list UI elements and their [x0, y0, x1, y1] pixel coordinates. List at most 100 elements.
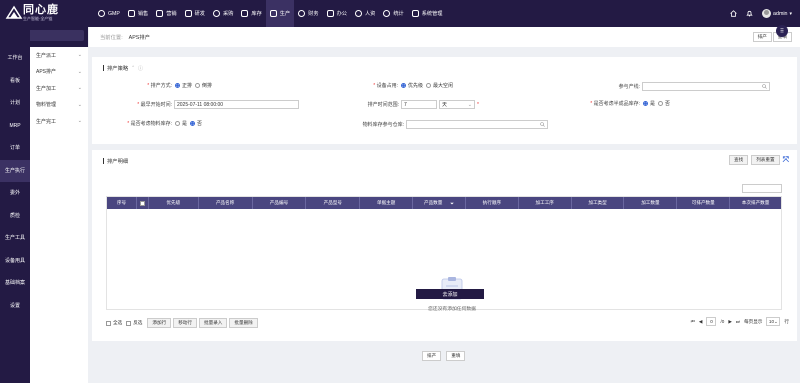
- add-data-button[interactable]: 去添加: [416, 289, 484, 299]
- prev-page-icon[interactable]: ◀: [699, 319, 703, 325]
- submenu-item[interactable]: 生产完工 ⌄: [30, 113, 88, 130]
- logo[interactable]: 同心鹿 生产智能·全产链: [5, 4, 59, 22]
- sidebar-item-equipment[interactable]: 设备用具: [0, 250, 30, 273]
- nav-production[interactable]: 生产: [265, 0, 295, 27]
- semi-yes-radio[interactable]: [643, 101, 648, 106]
- top-bar: 同心鹿 生产智能·全产链 GMP 销售 营销 研发 采购 库存 生产 财务 办公…: [0, 0, 800, 27]
- page-size-label: 每页显示: [744, 318, 763, 324]
- table-search-input[interactable]: [742, 184, 782, 193]
- nav-system[interactable]: 系统管理: [408, 0, 447, 27]
- panel-title: 排产明细: [107, 159, 129, 165]
- rnd-icon: [184, 10, 192, 17]
- main-nav: GMP 销售 营销 研发 采购 库存 生产 财务 办公 人资 统计 系统管理: [94, 0, 447, 27]
- submit-schedule-button[interactable]: 排产: [422, 351, 442, 361]
- sidebar-item-qc[interactable]: 质检: [0, 205, 30, 228]
- col-header: 加工数量: [624, 197, 678, 209]
- sidebar-item-settings[interactable]: 设置: [0, 295, 30, 318]
- sidebar-item-order[interactable]: 订单: [0, 137, 30, 160]
- material-row: * 是否考虑物料库存: 是 否: [127, 121, 203, 127]
- next-page-icon[interactable]: ▶: [728, 319, 732, 325]
- nav-marketing[interactable]: 营销: [152, 0, 180, 27]
- sort-icon[interactable]: ⏷: [450, 201, 454, 206]
- nav-finance[interactable]: 财务: [294, 0, 322, 27]
- add-row-button[interactable]: 添加行: [147, 318, 172, 328]
- move-row-button[interactable]: 移动行: [173, 318, 197, 328]
- submenu-item[interactable]: 生产派工 ⌄: [30, 47, 88, 64]
- invert-checkbox[interactable]: [126, 320, 132, 326]
- chevron-down-icon: ⌄: [77, 68, 82, 75]
- nav-rnd[interactable]: 研发: [181, 0, 209, 27]
- schedule-button[interactable]: 排产: [752, 32, 772, 42]
- sidebar-item-archive[interactable]: 基础档案: [0, 272, 30, 295]
- sidebar-item-kanban[interactable]: 看板: [0, 70, 30, 93]
- material-yes-radio[interactable]: [175, 121, 180, 126]
- breadcrumb-current: APS排产: [128, 35, 150, 41]
- submenu-item[interactable]: APS排产 ⌄: [30, 64, 88, 81]
- chevron-down-icon: ⌄: [77, 101, 82, 108]
- purchase-icon: [213, 10, 220, 17]
- sidebar-item-execution[interactable]: 生产执行: [0, 159, 30, 182]
- bell-icon[interactable]: [746, 10, 753, 17]
- sidebar-item-tools[interactable]: 生产工具: [0, 227, 30, 250]
- col-header: 产品数量 ⏷: [413, 197, 466, 209]
- sidebar-item-outsource[interactable]: 委外: [0, 182, 30, 205]
- footer-actions: 排产 重填: [422, 351, 466, 361]
- empty-text: 您还没有添加任何数据: [428, 307, 476, 312]
- col-header-checkbox[interactable]: [137, 197, 149, 209]
- nav-office[interactable]: 办公: [323, 0, 351, 27]
- home-icon[interactable]: [730, 10, 737, 17]
- search-icon: [762, 84, 767, 89]
- float-menu-icon[interactable]: ⠿: [776, 25, 788, 37]
- last-page-icon[interactable]: ⏭: [736, 319, 740, 324]
- chevron-down-icon: ⌄: [467, 101, 472, 108]
- schedule-mode-row: * 排产方式: 正排 倒排: [147, 83, 213, 89]
- start-time-input[interactable]: 2025-07-11 08:00:00: [174, 100, 299, 109]
- nav-hr[interactable]: 人资: [351, 0, 379, 27]
- batch-delete-button[interactable]: 批量删除: [229, 318, 258, 328]
- range-input[interactable]: 7: [401, 100, 437, 109]
- user-menu[interactable]: admin ▾: [762, 9, 792, 18]
- select-all-checkbox[interactable]: [106, 320, 111, 326]
- logo-subtitle: 生产智能·全产链: [23, 16, 53, 21]
- list-reset-button[interactable]: 列表重置: [751, 155, 780, 165]
- sidebar-item-workbench[interactable]: 工作台: [0, 47, 30, 70]
- equip-priority-radio[interactable]: [401, 83, 406, 88]
- start-time-row: * 最早开始时间: 2025-07-11 08:00:00: [122, 100, 299, 109]
- range-unit-select[interactable]: 天 ⌄: [439, 100, 475, 109]
- nav-stats[interactable]: 统计: [379, 0, 407, 27]
- nav-purchase[interactable]: 采购: [209, 0, 237, 27]
- col-header: 加工类型: [572, 197, 625, 209]
- submenu-item[interactable]: 生产加工 ⌄: [30, 80, 88, 97]
- batch-import-button[interactable]: 批量录入: [199, 318, 228, 328]
- semi-product-row: * 是否考虑半成品库存: 是 否: [590, 101, 671, 107]
- footer-reset-button[interactable]: 重填: [446, 351, 466, 361]
- mode-forward-radio[interactable]: [175, 83, 180, 88]
- chevron-down-icon: ▾: [789, 10, 792, 17]
- logo-title: 同心鹿: [23, 4, 59, 16]
- query-button[interactable]: 查找: [729, 155, 749, 165]
- page-input[interactable]: 0: [706, 317, 717, 326]
- semi-no-radio[interactable]: [658, 101, 664, 106]
- nav-sales[interactable]: 销售: [124, 0, 152, 27]
- material-no-radio[interactable]: [190, 121, 196, 126]
- production-icon: [269, 10, 277, 17]
- warehouse-row: 物料库存参与仓库:: [344, 120, 548, 129]
- submenu-item[interactable]: 物料管理 ⌄: [30, 97, 88, 114]
- col-header: 产品名称: [199, 197, 253, 209]
- fullscreen-icon[interactable]: ⤧: [783, 155, 789, 165]
- mode-backward-radio[interactable]: [195, 83, 201, 88]
- sidebar-item-mrp[interactable]: MRP: [0, 115, 30, 138]
- header-checkbox[interactable]: [139, 200, 145, 206]
- nav-gmp[interactable]: GMP: [94, 0, 124, 27]
- first-page-icon[interactable]: ⏮: [691, 319, 695, 324]
- line-select[interactable]: [642, 82, 770, 91]
- sidebar-item-plan[interactable]: 计划: [0, 92, 30, 115]
- warehouse-select[interactable]: [406, 120, 548, 129]
- submenu: 生产派工 ⌄ APS排产 ⌄ 生产加工 ⌄ 物料管理 ⌄ 生产完工 ⌄: [30, 47, 88, 383]
- strategy-panel: 排产策略 ⌃ ⓘ * 排产方式: 正排 倒排 * 设备占用: 优先级 最大空闲 参与…: [92, 57, 797, 144]
- avatar: [762, 9, 772, 18]
- page-size-select[interactable]: 10 ⌄: [766, 317, 781, 326]
- collapse-icon[interactable]: ⌃: [131, 65, 135, 71]
- nav-inventory[interactable]: 库存: [237, 0, 265, 27]
- equip-idle-radio[interactable]: [426, 83, 432, 88]
